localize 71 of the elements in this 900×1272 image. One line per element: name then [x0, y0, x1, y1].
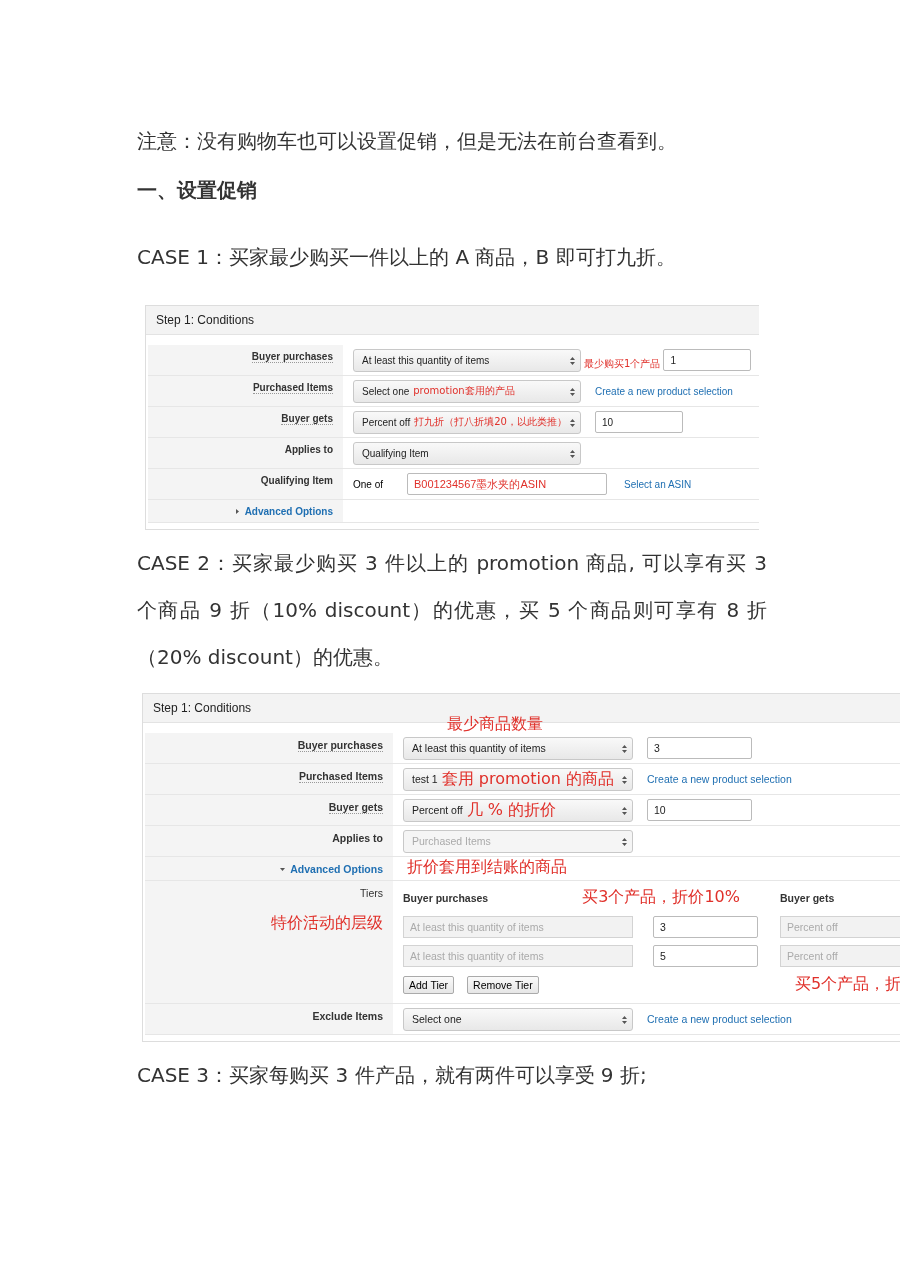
- create-selection-link[interactable]: Create a new product selection: [647, 1013, 792, 1025]
- select-value: At least this quantity of items: [412, 742, 546, 754]
- body-paragraph: CASE 2：买家最少购买 3 件以上的 promotion 商品, 可以享有买 3 个商品 9 折（10% discount）的优惠，买 5 个商品则可享有 8 折（20% discount）的优惠。: [137, 550, 767, 671]
- annotation-note: 折价套用到结账的商品: [407, 857, 567, 878]
- annotation-note: 打九折（打八折填20，以此类推）: [414, 415, 567, 429]
- select-value: Percent off: [362, 416, 411, 428]
- tier-button[interactable]: Remove Tier: [467, 975, 539, 994]
- field-label: Exclude Items: [312, 1010, 383, 1022]
- annotation-note: 特价活动的层级: [271, 913, 383, 934]
- select-arrows-icon: [622, 806, 627, 815]
- select-arrows-icon: [570, 387, 575, 396]
- tier-button[interactable]: Add Tier: [403, 975, 455, 994]
- asin-field[interactable]: B001234567墨水夹的ASIN: [407, 473, 607, 495]
- column-heading: Buyer gets: [780, 891, 835, 904]
- tier-quantity-field[interactable]: 3: [653, 915, 758, 938]
- dropdown-select[interactable]: Percent off 几 % 的折价: [403, 798, 633, 822]
- dropdown-select[interactable]: test 1 套用 promotion 的商品: [403, 767, 633, 791]
- dropdown-select[interactable]: At least this quantity of items: [353, 348, 581, 372]
- annotation-note: 买5个产品，折: [795, 974, 900, 995]
- field-label: Buyer purchases: [297, 739, 383, 752]
- quantity-field[interactable]: 10: [647, 799, 752, 821]
- select-value: Select one: [412, 1013, 462, 1025]
- select-arrows-icon: [622, 744, 627, 753]
- annotation-note: 几 % 的折价: [466, 799, 556, 821]
- field-label: Buyer gets: [281, 413, 333, 425]
- select-value: Purchased Items: [412, 835, 491, 847]
- select-arrows-icon: [570, 356, 575, 365]
- dropdown-select[interactable]: Select one: [403, 1007, 633, 1031]
- body-paragraph: CASE 3：买家每购买 3 件产品，就有两件可以享受 9 折;: [137, 1062, 648, 1089]
- field-label: Buyer purchases: [251, 351, 333, 363]
- dropdown-select[interactable]: At least this quantity of items: [403, 736, 633, 760]
- dropdown-select[interactable]: Percent off 打九折（打八折填20，以此类推）: [353, 410, 581, 434]
- field-label: Applies to: [332, 832, 383, 844]
- select-value: test 1: [412, 773, 438, 785]
- create-selection-link[interactable]: Create a new product selection: [647, 773, 792, 785]
- one-of-text: One of: [353, 478, 385, 490]
- select-asin-link[interactable]: Select an ASIN: [624, 478, 692, 490]
- annotation-note: 最少购买1个产品: [584, 357, 661, 371]
- panel-header: Step 1: Conditions: [146, 306, 759, 335]
- select-value: Qualifying Item: [362, 447, 429, 459]
- dropdown-select[interactable]: Select one promotion套用的产品: [353, 379, 581, 403]
- annotation-note: promotion套用的产品: [413, 384, 515, 398]
- select-value: Select one: [362, 385, 410, 397]
- field-label: Purchased Items: [298, 770, 383, 783]
- field-label: Qualifying Item: [260, 475, 333, 486]
- caret-right-icon: [234, 509, 240, 514]
- select-value: At least this quantity of items: [362, 354, 490, 366]
- quantity-field[interactable]: 10: [595, 411, 683, 433]
- select-value: Percent off: [412, 804, 463, 816]
- field-label: Purchased Items: [252, 382, 333, 394]
- select-arrows-icon: [622, 1015, 627, 1024]
- annotation-note: 最少商品数量: [447, 714, 543, 735]
- column-heading: Buyer purchases: [403, 891, 489, 904]
- dropdown-select[interactable]: Qualifying Item: [353, 441, 581, 465]
- annotation-note: 套用 promotion 的商品: [441, 768, 615, 790]
- caret-down-icon: [280, 866, 286, 872]
- tier-quantity-field[interactable]: 5: [653, 944, 758, 967]
- annotation-note: 买3个产品，折价10%: [582, 887, 740, 908]
- quantity-field[interactable]: 1: [663, 349, 752, 371]
- select-arrows-icon: [570, 418, 575, 427]
- field-label: Applies to: [284, 444, 333, 455]
- field-label: Buyer gets: [328, 801, 383, 814]
- body-paragraph: CASE 1：买家最少购买一件以上的 A 商品，B 即可打九折。: [137, 244, 677, 271]
- create-selection-link[interactable]: Create a new product selection: [595, 385, 733, 397]
- quantity-field[interactable]: 3: [647, 737, 752, 759]
- select-arrows-icon: [570, 449, 575, 458]
- field-label: Tiers: [360, 887, 383, 899]
- body-paragraph: 注意：没有购物车也可以设置促销，但是无法在前台查看到。: [137, 128, 678, 155]
- select-arrows-icon: [622, 775, 627, 784]
- section-heading: 一、设置促销: [137, 177, 258, 204]
- select-arrows-icon: [622, 837, 627, 846]
